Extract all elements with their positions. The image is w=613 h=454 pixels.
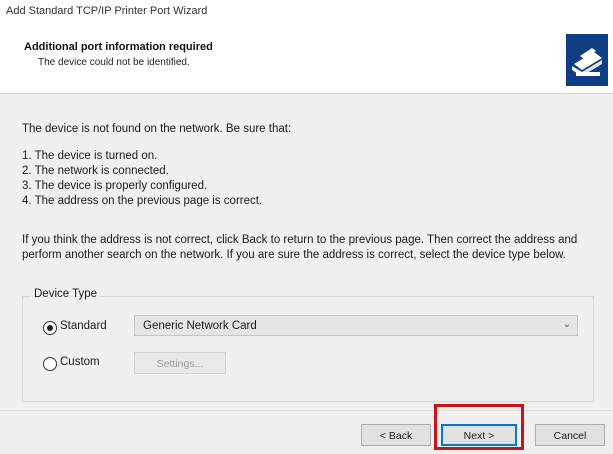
checklist-item-3: 3. The device is properly configured.: [22, 180, 208, 192]
device-type-group: Device Type: [22, 288, 594, 402]
header-subtitle: The device could not be identified.: [38, 57, 190, 68]
settings-button[interactable]: Settings...: [134, 352, 226, 374]
custom-radio-label[interactable]: Custom: [60, 356, 100, 368]
checklist-item-2: 2. The network is connected.: [22, 165, 169, 177]
window-titlebar: Add Standard TCP/IP Printer Port Wizard: [0, 0, 613, 24]
standard-radio-label[interactable]: Standard: [60, 320, 107, 332]
instruction-paragraph: If you think the address is not correct,…: [22, 234, 578, 261]
checklist-item-1: 1. The device is turned on.: [22, 150, 158, 162]
standard-radio[interactable]: [43, 321, 57, 335]
wizard-header: Additional port information required The…: [0, 24, 613, 94]
window-title: Add Standard TCP/IP Printer Port Wizard: [6, 5, 208, 17]
back-button-label: < Back: [379, 430, 413, 442]
next-button-highlight: [434, 404, 524, 450]
device-type-dropdown[interactable]: Generic Network Card ⌄: [134, 315, 578, 336]
header-title: Additional port information required: [24, 41, 213, 53]
checklist-item-4: 4. The address on the previous page is c…: [22, 195, 263, 207]
printer-icon: [566, 34, 608, 86]
intro-text: The device is not found on the network. …: [22, 123, 292, 135]
custom-radio[interactable]: [43, 357, 57, 371]
settings-button-label: Settings...: [156, 358, 204, 370]
back-button[interactable]: < Back: [361, 424, 431, 446]
device-type-legend: Device Type: [31, 288, 101, 300]
cancel-button-label: Cancel: [553, 430, 587, 442]
device-type-dropdown-value: Generic Network Card: [143, 320, 257, 332]
cancel-button[interactable]: Cancel: [535, 424, 605, 446]
chevron-down-icon: ⌄: [562, 319, 571, 330]
